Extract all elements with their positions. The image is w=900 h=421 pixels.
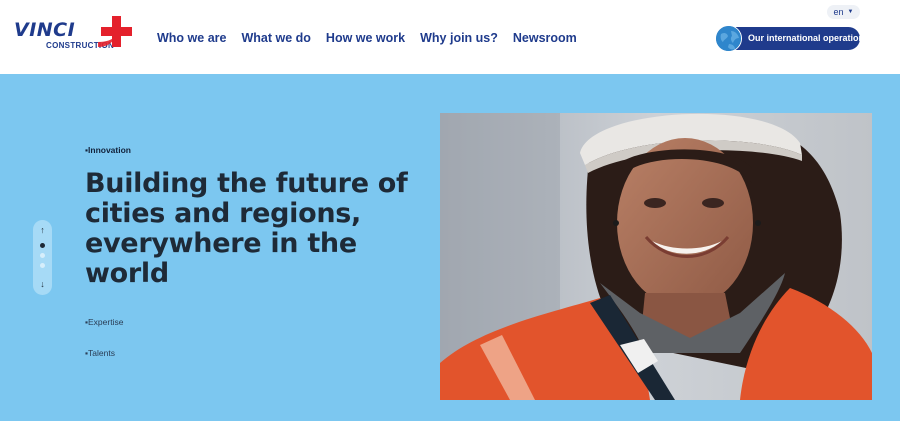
globe-icon <box>715 25 742 52</box>
vinci-construction-logo[interactable]: VINCI CONSTRUCTION <box>14 16 136 52</box>
arrow-up-icon[interactable]: ↑ <box>33 225 52 235</box>
nav-how-we-work[interactable]: How we work <box>326 31 405 45</box>
logo-wordmark: VINCI <box>14 19 76 41</box>
international-operations-button[interactable]: Our international operations <box>715 25 869 52</box>
nav-why-join-us[interactable]: Why join us? <box>420 31 498 45</box>
nav-who-we-are[interactable]: Who we are <box>157 31 226 45</box>
main-nav: Who we are What we do How we work Why jo… <box>157 31 577 45</box>
chevron-down-icon: ▼ <box>847 9 854 15</box>
language-selector[interactable]: en ▼ <box>827 5 860 19</box>
tag-expertise[interactable]: ▪Expertise <box>85 317 123 327</box>
pager-dot-3[interactable] <box>40 263 45 268</box>
arrow-down-icon[interactable]: ↓ <box>33 279 52 289</box>
nav-newsroom[interactable]: Newsroom <box>513 31 577 45</box>
international-operations-label: Our international operations <box>748 33 870 43</box>
hero-photo <box>440 113 872 400</box>
logo-cross-mark <box>98 16 132 47</box>
tag-innovation[interactable]: ▪Innovation <box>85 145 131 155</box>
nav-what-we-do[interactable]: What we do <box>241 31 310 45</box>
hero-section: ▪Innovation Building the future of citie… <box>0 74 900 421</box>
site-header: VINCI CONSTRUCTION Who we are What we do… <box>0 0 900 74</box>
hero-headline: Building the future of cities and region… <box>85 168 408 289</box>
tag-talents[interactable]: ▪Talents <box>85 348 115 358</box>
language-label: en <box>833 7 844 17</box>
pager-dot-1[interactable] <box>40 243 45 248</box>
pager-dot-2[interactable] <box>40 253 45 258</box>
slide-pager: ↑ ↓ <box>33 220 52 295</box>
